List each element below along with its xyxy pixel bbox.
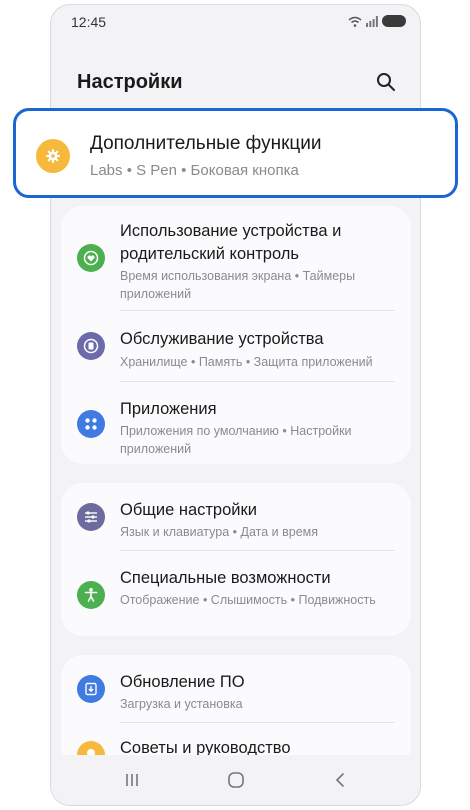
settings-item-advanced-features[interactable]: Дополнительные функции Labs • S Pen • Бо… bbox=[13, 108, 458, 198]
settings-group-2: Общие настройки Язык и клавиатура • Дата… bbox=[61, 483, 411, 636]
item-subtitle: Время использования экрана • Таймеры при… bbox=[120, 269, 356, 301]
settings-item-device-care[interactable]: Обслуживание устройства Хранилище • Памя… bbox=[61, 311, 411, 381]
item-subtitle: Хранилище • Память • Защита приложений bbox=[120, 355, 373, 369]
item-title: Общие настройки bbox=[120, 501, 257, 519]
heart-icon bbox=[77, 244, 105, 272]
item-title: Приложения bbox=[120, 400, 217, 418]
item-subtitle: Отображение • Слышимость • Подвижность bbox=[120, 593, 376, 607]
recent-apps-button[interactable] bbox=[117, 767, 147, 793]
item-subtitle: Загрузка и установка bbox=[120, 697, 243, 711]
settings-item-digital-wellbeing[interactable]: Использование устройства и родительский … bbox=[61, 206, 411, 310]
item-subtitle: Labs • S Pen • Боковая кнопка bbox=[90, 162, 299, 179]
gear-icon bbox=[36, 139, 70, 173]
status-icons bbox=[348, 15, 406, 27]
item-title: Специальные возможности bbox=[120, 569, 331, 587]
navigation-bar bbox=[51, 755, 420, 805]
settings-item-apps[interactable]: Приложения Приложения по умолчанию • Нас… bbox=[61, 382, 411, 464]
sliders-icon bbox=[77, 503, 105, 531]
settings-item-accessibility[interactable]: Специальные возможности Отображение • Сл… bbox=[61, 551, 411, 636]
item-title: Использование устройства и родительский … bbox=[120, 222, 342, 263]
status-time: 12:45 bbox=[71, 14, 107, 30]
home-button[interactable] bbox=[221, 767, 251, 793]
software-update-icon bbox=[77, 675, 105, 703]
recent-apps-icon bbox=[126, 774, 138, 786]
item-title: Дополнительные функции bbox=[90, 133, 322, 154]
item-subtitle: Язык и клавиатура • Дата и время bbox=[120, 525, 319, 539]
item-subtitle: Приложения по умолчанию • Настройки прил… bbox=[120, 424, 352, 456]
search-icon bbox=[377, 73, 395, 91]
item-title: Обновление ПО bbox=[120, 673, 245, 691]
back-button[interactable] bbox=[325, 767, 355, 793]
device-care-icon bbox=[77, 332, 105, 360]
battery-icon bbox=[382, 15, 406, 27]
apps-icon bbox=[77, 410, 105, 438]
signal-icon bbox=[366, 15, 378, 27]
item-title: Обслуживание устройства bbox=[120, 330, 324, 348]
accessibility-icon bbox=[77, 581, 105, 609]
page-title: Настройки bbox=[77, 71, 183, 93]
search-button[interactable] bbox=[373, 69, 399, 95]
status-bar: 12:45 bbox=[51, 5, 420, 39]
settings-group-1: Использование устройства и родительский … bbox=[61, 206, 411, 464]
wifi-icon bbox=[348, 16, 362, 27]
back-icon bbox=[335, 773, 344, 787]
home-icon bbox=[228, 772, 244, 788]
settings-item-general-management[interactable]: Общие настройки Язык и клавиатура • Дата… bbox=[61, 483, 411, 550]
settings-item-software-update[interactable]: Обновление ПО Загрузка и установка bbox=[61, 655, 411, 722]
